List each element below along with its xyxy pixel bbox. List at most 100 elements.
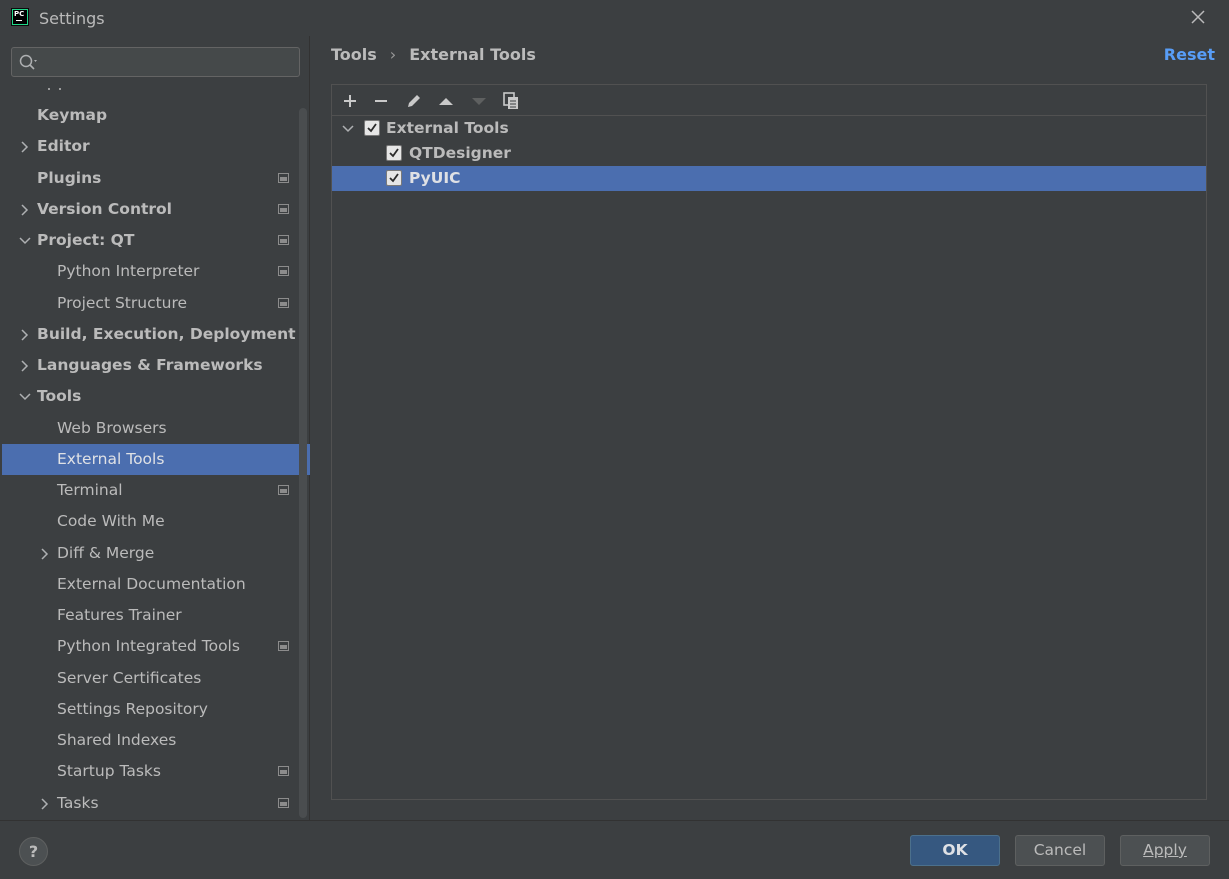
sidebar-item-label: Project Structure [57,294,188,312]
search-icon [19,54,37,70]
sidebar-item-editor[interactable]: Editor [2,131,310,162]
project-level-settings-icon [278,798,289,808]
chevron-down-icon[interactable] [19,381,31,412]
breadcrumb-current: External Tools [409,45,536,64]
sidebar-item-shared-indexes[interactable]: Shared Indexes [2,725,310,756]
chevron-right-icon[interactable] [39,538,51,569]
sidebar-item-label: Tools [37,387,82,405]
sidebar-item-label: Shared Indexes [57,731,177,749]
sidebar-item-label: Python Interpreter [57,262,200,280]
move-up-icon[interactable] [435,90,457,112]
sidebar-scrollbar[interactable] [299,108,307,818]
remove-icon[interactable] [370,90,392,112]
chevron-right-icon[interactable] [39,788,51,819]
project-level-settings-icon [278,266,289,276]
apply-label: Apply [1143,841,1187,859]
project-level-settings-icon [278,298,289,308]
sidebar-item-server-certificates[interactable]: Server Certificates [2,663,310,694]
tool-label: PyUIC [409,169,461,187]
project-level-settings-icon [278,641,289,651]
sidebar-item-diff-merge[interactable]: Diff & Merge [2,538,310,569]
search-input[interactable] [11,47,300,77]
move-down-icon[interactable] [468,90,490,112]
sidebar-item-plugins[interactable]: Plugins [2,163,310,194]
project-level-settings-icon [278,766,289,776]
sidebar-item-keymap[interactable]: Keymap [2,100,310,131]
edit-icon[interactable] [403,90,425,112]
sidebar-item-label: Server Certificates [57,669,202,687]
pycharm-logo-icon: PC [11,8,29,26]
sidebar-item-label: Code With Me [57,512,165,530]
sidebar-item-project-qt[interactable]: Project: QT [2,225,310,256]
cancel-button[interactable]: Cancel [1015,835,1105,866]
sidebar-item-label: Startup Tasks [57,762,161,780]
chevron-down-icon[interactable] [342,123,354,135]
tool-row-pyuic[interactable]: PyUIC [332,166,1206,191]
sidebar-item-python-integrated-tools[interactable]: Python Integrated Tools [2,631,310,662]
breadcrumb: Tools › External Tools [331,45,536,64]
sidebar-item-build-execution-deployment[interactable]: Build, Execution, Deployment [2,319,310,350]
chevron-right-icon[interactable] [19,350,31,381]
add-icon[interactable] [339,90,361,112]
copy-icon[interactable] [500,90,522,112]
sidebar-item-label: Project: QT [37,231,135,249]
breadcrumb-separator: › [389,45,397,64]
project-level-settings-icon [278,173,289,183]
sidebar-item-languages-frameworks[interactable]: Languages & Frameworks [2,350,310,381]
sidebar-item-code-with-me[interactable]: Code With Me [2,506,310,537]
sidebar-item-python-interpreter[interactable]: Python Interpreter [2,256,310,287]
sidebar-item-startup-tasks[interactable]: Startup Tasks [2,756,310,787]
sidebar-item-label: Tasks [57,794,99,812]
tool-checkbox[interactable] [386,170,402,186]
sidebar-item-label: External Documentation [57,575,246,593]
sidebar-item-tools[interactable]: Tools [2,381,310,412]
sidebar-item-label: Web Browsers [57,419,167,437]
clipped-tree-item [2,84,310,94]
sidebar-item-label: Keymap [37,106,108,124]
tools-group-row[interactable]: External Tools [332,116,1206,141]
sidebar-item-label: Editor [37,137,90,155]
sidebar-item-label: Terminal [57,481,123,499]
chevron-right-icon[interactable] [19,131,31,162]
sidebar-item-external-tools[interactable]: External Tools [2,444,310,475]
project-level-settings-icon [278,235,289,245]
sidebar-item-label: Build, Execution, Deployment [37,325,296,343]
sidebar-item-tasks[interactable]: Tasks [2,788,310,819]
sidebar-item-label: External Tools [57,450,165,468]
title-bar: PC Settings [0,0,1229,36]
group-checkbox[interactable] [364,120,380,136]
sidebar-item-label: Features Trainer [57,606,182,624]
external-tools-panel: External Tools QTDesigner PyUIC [331,84,1207,800]
dialog-footer: ? OK Cancel Apply [0,820,1229,879]
sidebar-item-label: Plugins [37,169,102,187]
sidebar-item-project-structure[interactable]: Project Structure [2,288,310,319]
sidebar-item-terminal[interactable]: Terminal [2,475,310,506]
chevron-down-icon[interactable] [19,225,31,256]
sidebar-item-label: Languages & Frameworks [37,356,263,374]
sidebar-item-label: Python Integrated Tools [57,637,240,655]
sidebar-item-version-control[interactable]: Version Control [2,194,310,225]
sidebar-item-external-documentation[interactable]: External Documentation [2,569,310,600]
group-label: External Tools [386,119,509,137]
breadcrumb-parent[interactable]: Tools [331,45,377,64]
apply-button[interactable]: Apply [1120,835,1210,866]
help-button[interactable]: ? [19,837,48,866]
window-title: Settings [39,9,105,28]
settings-sidebar: Keymap Editor Plugins Version Control Projec… [2,36,310,820]
chevron-right-icon[interactable] [19,194,31,225]
ok-button[interactable]: OK [910,835,1000,866]
reset-link[interactable]: Reset [1164,45,1215,64]
project-level-settings-icon [278,485,289,495]
sidebar-item-label: Version Control [37,200,172,218]
tool-checkbox[interactable] [386,145,402,161]
close-icon[interactable] [1189,8,1207,26]
sidebar-item-web-browsers[interactable]: Web Browsers [2,413,310,444]
sidebar-item-label: Diff & Merge [57,544,155,562]
sidebar-item-settings-repository[interactable]: Settings Repository [2,694,310,725]
tools-toolbar [332,85,1206,116]
sidebar-item-features-trainer[interactable]: Features Trainer [2,600,310,631]
tool-label: QTDesigner [409,144,511,162]
chevron-right-icon[interactable] [19,319,31,350]
tool-row-qtdesigner[interactable]: QTDesigner [332,141,1206,166]
sidebar-item-label: Settings Repository [57,700,208,718]
